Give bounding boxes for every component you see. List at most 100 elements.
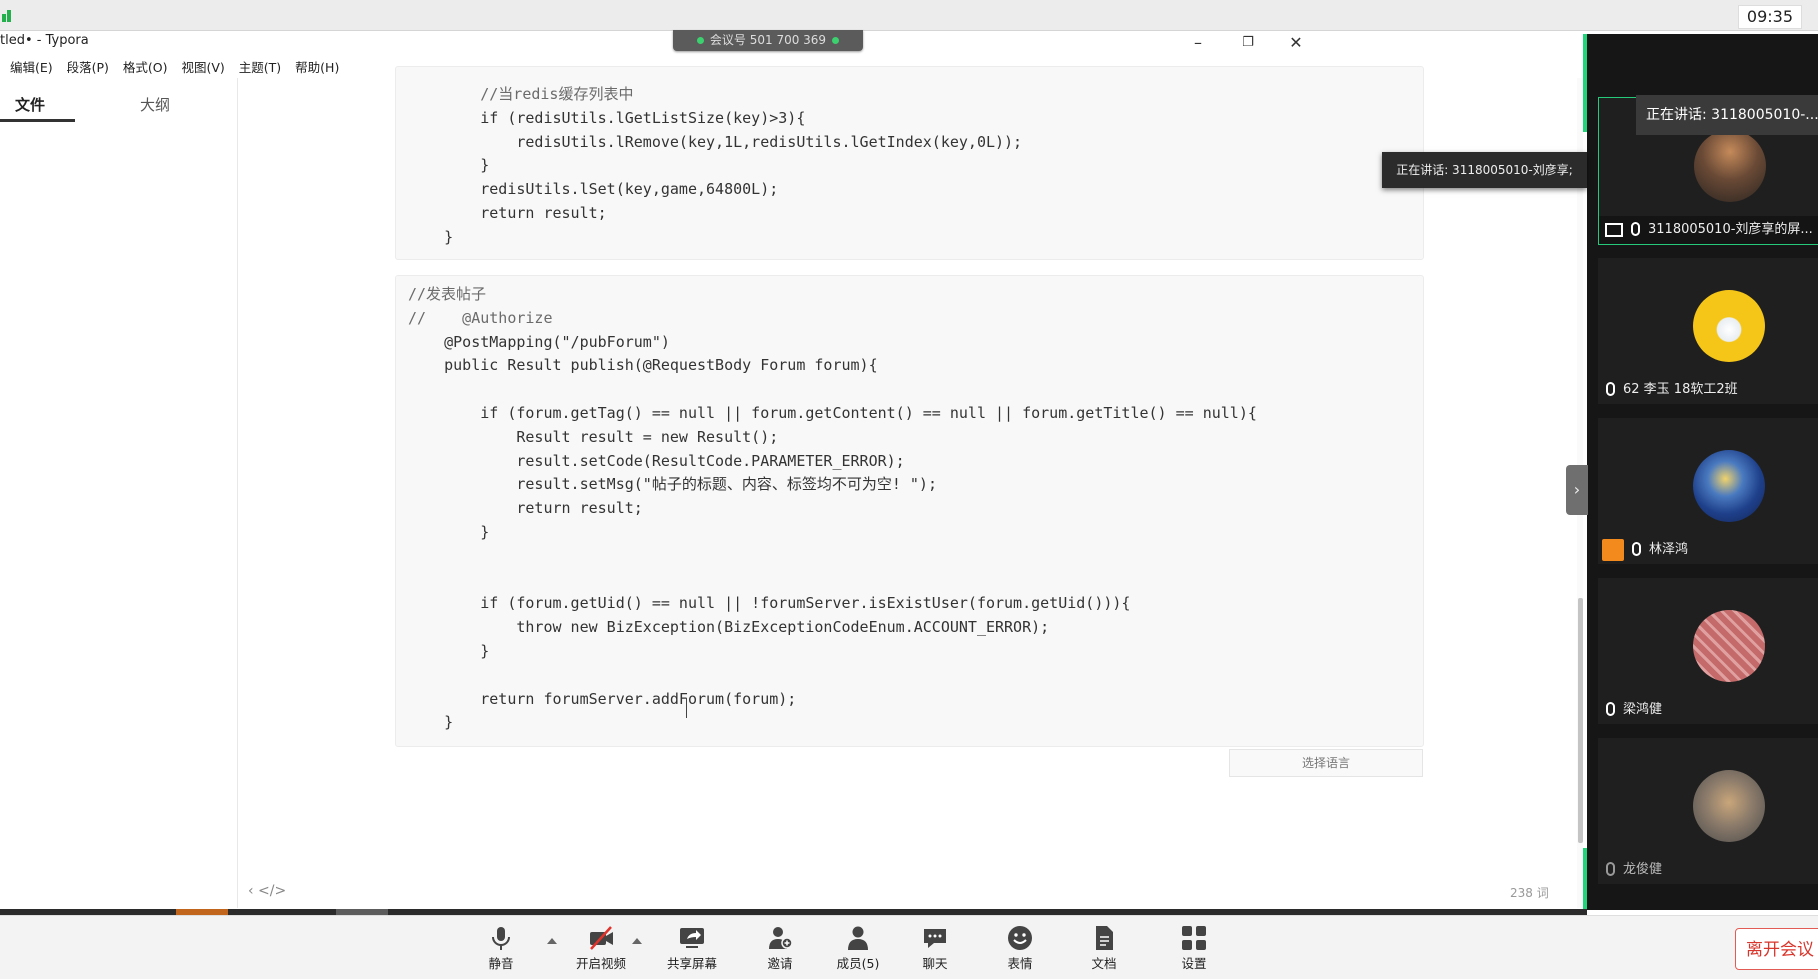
tab-file[interactable]: 文件 (15, 94, 45, 115)
code-line: throw new BizException(BizExceptionCodeE… (408, 618, 1050, 637)
window-controls: – ❐ ✕ (1178, 30, 1358, 56)
system-top-bar (0, 0, 1818, 31)
connection-dot-icon (832, 37, 840, 44)
participant-name: 62 李玉 18软工2班 (1623, 382, 1738, 397)
code-comment-line: //发表帖子 (408, 285, 487, 303)
code-line: if (forum.getUid() == null || !forumServ… (408, 594, 1131, 613)
code-line: return forumServer.addForum(forum); (408, 689, 797, 708)
speaking-header: 正在讲话: 3118005010-... (1636, 95, 1818, 135)
start-video-button[interactable]: 开启视频 (566, 925, 636, 972)
avatar (1693, 610, 1765, 682)
microphone-muted-icon (1606, 861, 1615, 876)
menu-theme[interactable]: 主题(T) (239, 57, 281, 76)
microphone-icon (492, 927, 510, 950)
video-options-caret-icon[interactable] (632, 938, 642, 944)
participant-name: 3118005010-刘彦享的屏... (1648, 222, 1813, 237)
clock: 09:35 (1737, 5, 1802, 29)
video-off-icon (590, 926, 613, 950)
signal-icon (2, 8, 14, 22)
code-line: return result; (408, 203, 607, 222)
settings-button[interactable]: 设置 (1159, 925, 1229, 972)
code-line: return result; (408, 499, 643, 518)
tab-outline[interactable]: 大纲 (140, 94, 170, 115)
code-content[interactable]: //发表帖子 // @Authorize @PostMapping("/pubF… (396, 276, 1423, 735)
sidebar-toggle-and-source-mode[interactable]: ‹ </> (248, 883, 286, 899)
emoji-icon (1008, 926, 1032, 950)
code-line: redisUtils.lRemove(key,1L,redisUtils.lGe… (408, 132, 1023, 151)
code-line: } (408, 522, 490, 541)
microphone-icon (1632, 541, 1641, 556)
window-title: tled• - Typora (0, 33, 89, 48)
microphone-icon (1606, 381, 1615, 396)
participant-name: 梁鸿健 (1623, 702, 1663, 717)
meeting-id: 会议号 501 700 369 (709, 33, 827, 47)
code-line: result.setMsg("帖子的标题、内容、标签均不可为空! "); (408, 475, 937, 494)
share-screen-icon (680, 928, 704, 948)
invite-button[interactable]: 邀请 (745, 925, 815, 972)
scrollbar-thumb[interactable] (1578, 598, 1583, 843)
code-content[interactable]: //当redis缓存列表中 if (redisUtils.lGetListSiz… (396, 67, 1423, 250)
microphone-icon (1606, 701, 1615, 716)
participant-name-bar: 龙俊健 (1598, 856, 1818, 884)
code-line: } (408, 156, 490, 175)
participant-name: 龙俊健 (1623, 862, 1663, 877)
code-block[interactable]: //发表帖子 // @Authorize @PostMapping("/pubF… (395, 275, 1424, 747)
mute-button[interactable]: 静音 (466, 925, 536, 972)
code-block[interactable]: //当redis缓存列表中 if (redisUtils.lGetListSiz… (395, 66, 1424, 260)
network-status-icon (696, 37, 704, 44)
participant-tile[interactable]: 龙俊健 (1598, 738, 1818, 884)
participant-name-bar: 林泽鸿 (1598, 536, 1818, 564)
avatar (1694, 130, 1766, 202)
code-line: } (408, 641, 490, 660)
menu-format[interactable]: 格式(O) (123, 57, 168, 76)
sidebar (0, 78, 238, 908)
members-button[interactable]: 成员(5) (823, 925, 893, 972)
avatar (1693, 770, 1765, 842)
code-line: Result result = new Result(); (408, 427, 779, 446)
menu-edit[interactable]: 编辑(E) (10, 57, 53, 76)
screen-share-icon (1605, 222, 1623, 237)
code-line: } (408, 713, 454, 732)
menu-help[interactable]: 帮助(H) (295, 57, 339, 76)
code-line: if (redisUtils.lGetListSize(key)>3){ (408, 108, 806, 127)
leave-meeting-button[interactable]: 离开会议 (1735, 928, 1818, 970)
word-count[interactable]: 238 词 (1510, 884, 1549, 901)
participant-name-bar: 62 李玉 18软工2班 (1598, 376, 1818, 404)
restore-button[interactable]: ❐ (1228, 30, 1268, 56)
text-cursor-icon (686, 698, 687, 718)
document-icon (1096, 926, 1113, 950)
menu-paragraph[interactable]: 段落(P) (67, 57, 109, 76)
settings-grid-icon (1182, 926, 1206, 950)
chevron-right-icon: › (1573, 480, 1581, 499)
code-line: redisUtils.lSet(key,game,64800L); (408, 180, 779, 199)
code-line: @PostMapping("/pubForum") (408, 332, 670, 351)
meeting-id-badge[interactable]: 会议号 501 700 369 (673, 30, 863, 51)
documents-button[interactable]: 文档 (1069, 925, 1139, 972)
code-line: if (forum.getTag() == null || forum.getC… (408, 403, 1257, 422)
participant-tile[interactable]: 林泽鸿 (1598, 418, 1818, 564)
language-select[interactable]: 选择语言 (1229, 749, 1423, 777)
share-border-indicator (1583, 34, 1587, 132)
participant-tile[interactable]: 梁鸿健 (1598, 578, 1818, 724)
speaking-tooltip: 正在讲话: 3118005010-刘彦享; (1382, 152, 1587, 188)
emoji-button[interactable]: 表情 (985, 925, 1055, 972)
avatar (1693, 450, 1765, 522)
menu-bar: 编辑(E) 段落(P) 格式(O) 视图(V) 主题(T) 帮助(H) (0, 57, 339, 77)
audio-options-caret-icon[interactable] (547, 938, 557, 944)
code-comment-line: // @Authorize (408, 308, 553, 327)
menu-view[interactable]: 视图(V) (182, 57, 225, 76)
participant-tile[interactable]: 62 李玉 18软工2班 (1598, 258, 1818, 404)
code-line: result.setCode(ResultCode.PARAMETER_ERRO… (408, 451, 905, 470)
close-button[interactable]: ✕ (1276, 30, 1316, 56)
share-border-indicator (1583, 848, 1587, 910)
microphone-icon (1631, 221, 1640, 236)
share-screen-button[interactable]: 共享屏幕 (657, 925, 727, 972)
avatar (1693, 290, 1765, 362)
code-line: } (408, 227, 454, 246)
minimize-button[interactable]: – (1178, 30, 1218, 56)
code-comment-line: //当redis缓存列表中 (408, 85, 634, 103)
members-icon (848, 926, 868, 950)
collapse-panel-button[interactable]: › (1566, 465, 1588, 515)
chat-button[interactable]: 聊天 (900, 925, 970, 972)
participant-name-bar: 梁鸿健 (1598, 696, 1818, 724)
